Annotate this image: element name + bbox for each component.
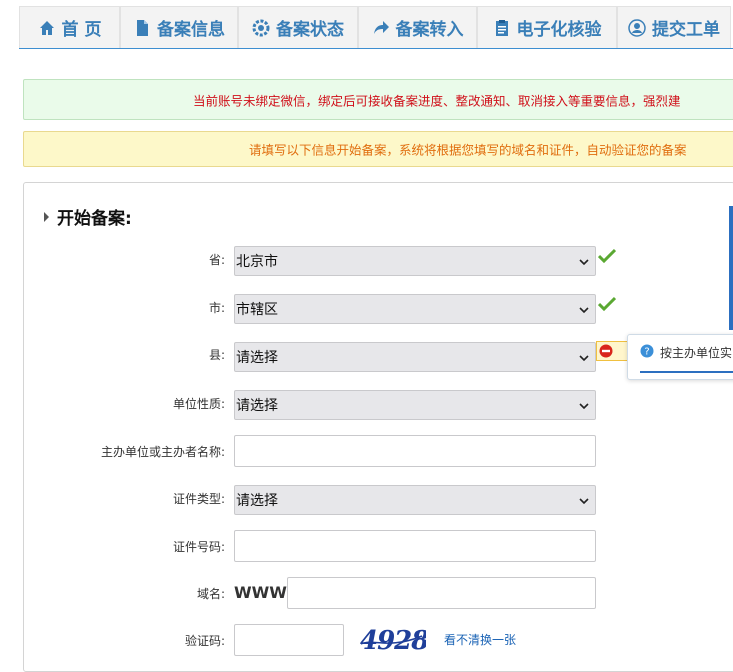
county-label: 县: (208, 348, 225, 362)
document-icon (133, 19, 151, 37)
county-value: 请选择 (236, 350, 278, 366)
tab-label: 首 页 (61, 20, 102, 40)
tab-home[interactable]: 首 页 (19, 6, 120, 48)
wechat-bind-alert: 当前账号未绑定微信，绑定后可接收备案进度、整改通知、取消接入等重要信息，强烈建 (23, 79, 733, 120)
forward-arrow-icon (372, 19, 390, 37)
province-value: 北京市 (236, 254, 278, 270)
cert-type-select[interactable]: 请选择 (234, 485, 596, 515)
captcha-label: 验证码: (184, 634, 225, 648)
tab-label: 提交工单 (652, 20, 720, 40)
chevron-down-icon (579, 498, 589, 505)
gear-icon (252, 19, 270, 37)
section-title: 开始备案: (44, 204, 132, 229)
chevron-down-icon (579, 307, 589, 314)
tab-e-verification[interactable]: 电子化核验 (477, 6, 617, 48)
province-select[interactable]: 北京市 (234, 246, 596, 276)
city-select[interactable]: 市辖区 (234, 294, 596, 324)
tab-filing-transfer[interactable]: 备案转入 (358, 6, 477, 48)
user-icon (628, 18, 646, 37)
captcha-refresh-link[interactable]: 看不清换一张 (444, 631, 516, 648)
tab-label: 备案状态 (276, 20, 344, 40)
unit-type-value: 请选择 (236, 398, 278, 414)
svg-text:?: ? (644, 347, 649, 358)
domain-label: 域名: (196, 587, 225, 601)
domain-prefix: WWW. (234, 583, 292, 602)
side-accent-bar (729, 206, 733, 330)
domain-input[interactable] (287, 577, 596, 609)
wechat-alert-text: 当前账号未绑定微信，绑定后可接收备案进度、整改通知、取消接入等重要信息，强烈建 (193, 93, 681, 108)
tab-filing-status[interactable]: 备案状态 (238, 6, 358, 48)
tab-label: 电子化核验 (516, 20, 602, 40)
cert-type-value: 请选择 (236, 493, 278, 509)
chevron-down-icon (579, 403, 589, 410)
hint-tooltip: ? 按主办单位实际 (627, 334, 733, 380)
county-select[interactable]: 请选择 (234, 342, 596, 372)
tab-filing-info[interactable]: 备案信息 (120, 6, 238, 48)
tab-label: 备案信息 (157, 20, 225, 40)
info-alert-text: 请填写以下信息开始备案，系统将根据您填写的域名和证件，自动验证您的备案 (249, 142, 687, 158)
cert-number-input[interactable] (234, 530, 596, 562)
tooltip-text: 按主办单位实际 (660, 346, 733, 360)
check-icon (598, 296, 616, 312)
unit-type-label: 单位性质: (172, 397, 225, 411)
tooltip-underline (640, 371, 733, 373)
section-title-text: 开始备案: (57, 209, 132, 229)
home-icon (38, 19, 56, 37)
captcha-image-text: 4928 (360, 626, 426, 656)
filing-info-alert: 请填写以下信息开始备案，系统将根据您填写的域名和证件，自动验证您的备案 (23, 131, 733, 167)
city-label: 市: (208, 301, 225, 315)
error-icon (599, 344, 613, 358)
tab-submit-ticket[interactable]: 提交工单 (617, 6, 731, 48)
unit-type-select[interactable]: 请选择 (234, 390, 596, 420)
captcha-input[interactable] (234, 624, 344, 656)
sponsor-name-label: 主办单位或主办者名称: (100, 445, 225, 459)
province-label: 省: (208, 253, 225, 267)
validation-error-badge (596, 341, 628, 361)
cert-number-label: 证件号码: (172, 540, 225, 554)
check-icon (598, 248, 616, 264)
clipboard-icon (493, 19, 511, 37)
sponsor-name-input[interactable] (234, 435, 596, 467)
triangle-bullet-icon (44, 211, 49, 222)
tab-label: 备案转入 (395, 20, 464, 40)
top-nav: 首 页 备案信息 备案状态 备案转入 电子化核验 提交工单 (19, 6, 733, 49)
chevron-down-icon (579, 259, 589, 266)
chevron-down-icon (579, 355, 589, 362)
help-icon: ? (640, 344, 654, 358)
captcha-image[interactable]: 4928 (358, 622, 426, 656)
cert-type-label: 证件类型: (172, 492, 225, 506)
city-value: 市辖区 (236, 302, 278, 318)
